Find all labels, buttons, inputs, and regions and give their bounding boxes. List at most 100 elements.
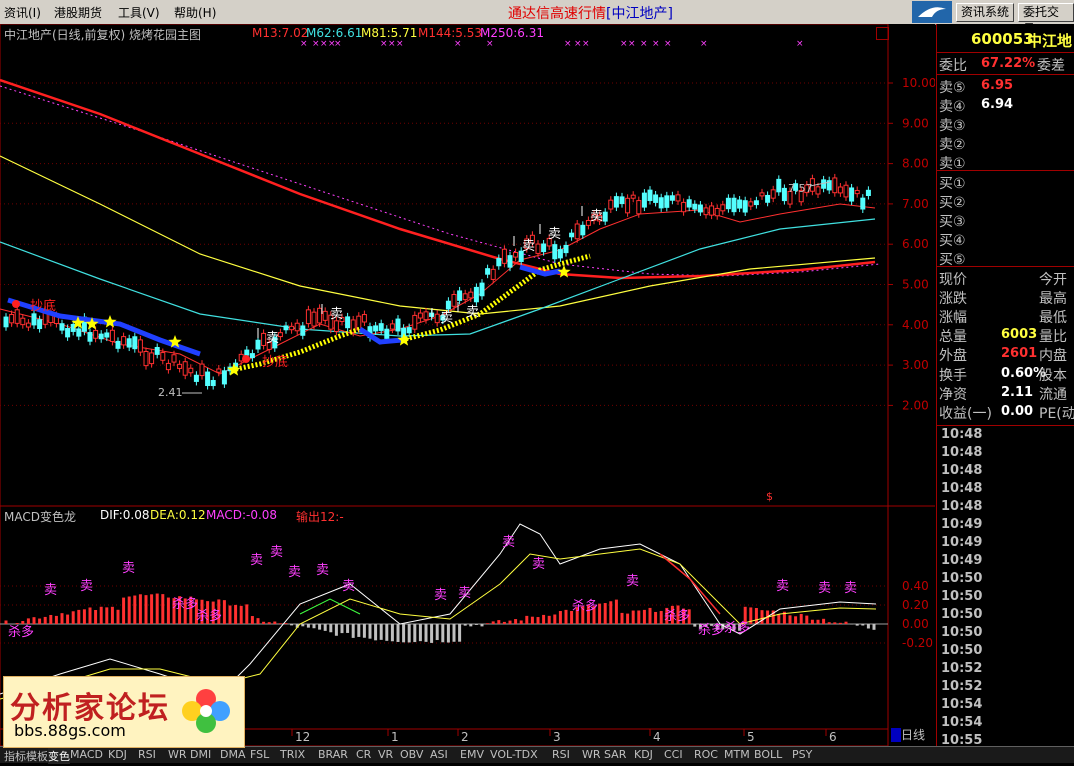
candle [479,279,485,300]
candle-body [669,195,675,201]
bull-band [231,326,361,373]
candle [737,196,743,213]
chart-area[interactable]: 10.00 9.00 8.00 7.00 6.00 5.00 4.00 3.00 2.00 0.4… [0,24,935,746]
candle-body [675,194,681,202]
tick-time: 10:50 [941,625,983,640]
candle-body [154,346,160,355]
candle-body [25,322,31,328]
price-axis-label: 7.00 [902,197,929,211]
tick-time: 10:49 [941,535,983,550]
date-axis-label: 3 [553,730,561,744]
tick-time: 10:48 [941,481,983,496]
indicator-tab[interactable]: CR [356,748,371,761]
candle-body [636,200,642,215]
price-axis-label: 9.00 [902,116,929,130]
indicator-tab[interactable]: TRIX [280,748,305,761]
indicator-tab[interactable]: DMI [190,748,211,761]
indicator-tab[interactable]: PSY [792,748,812,761]
menu-info[interactable]: 资讯(I) [4,4,41,21]
candle-body [317,307,323,324]
buy-level-3-label: 买③ [939,214,966,230]
indicator-tab[interactable]: CCI [664,748,683,761]
sell-level-2: 卖② [937,133,1074,153]
menu-tools[interactable]: 工具(V) [118,4,160,21]
ma81-label: M81:5.71 [361,26,418,40]
candle-body [681,201,687,213]
indicator-tab[interactable]: DMA [220,748,246,761]
indicator-tab[interactable]: VR [378,748,393,761]
tick-time: 10:49 [941,517,983,532]
stat-row-4: 外盘 2601 内盘 [937,344,1074,364]
x-marker: × [574,39,582,49]
macd-sell-more-label: 杀多 [8,624,34,640]
macd-dif: DIF:0.08 [100,508,150,522]
indicator-tab[interactable]: KDJ [108,748,127,761]
indicator-tab[interactable]: KDJ [634,748,653,761]
candle [513,248,519,262]
candle-body [165,362,171,371]
period-marker [891,728,901,742]
candle-body [557,249,563,259]
indicator-tab[interactable]: MTM [724,748,750,761]
indicator-tab[interactable]: WR [168,748,187,761]
candle-body [205,371,211,386]
ma144-label: M144:5.53 [418,26,483,40]
menu-hk-futures[interactable]: 港股期货 [54,4,102,21]
trade-button[interactable]: 委托交易 [1018,3,1074,36]
indicator-tab[interactable]: RSI [138,748,156,761]
info-system-button[interactable]: 资讯系统 [956,3,1015,22]
indicator-tab[interactable]: FSL [250,748,269,761]
candle-body [854,189,860,195]
indicator-tab[interactable]: RSI [552,748,570,761]
candle [865,186,871,200]
candle [210,376,216,390]
candle-body [255,339,261,350]
candle [294,319,300,335]
candle [182,357,188,380]
indicator-tab[interactable]: MACD [70,748,103,761]
candle-body [709,205,715,216]
x-marker: × [486,39,494,49]
tick-time: 10:52 [941,679,983,694]
app-title-security: [中江地产] [606,6,673,22]
candle-body [602,211,608,222]
indicator-tab[interactable]: ROC [694,748,718,761]
macd-sell-label: 卖 [502,535,515,550]
indicator-tab[interactable]: OBV [400,748,423,761]
x-marker: × [796,39,804,49]
tick-time: 10:48 [941,445,983,460]
stat-row-5-label: 换手 [939,368,967,384]
candle [289,322,295,334]
stat-row-5-right-label: 股本 [1039,368,1067,384]
indicator-tab[interactable]: ASI [430,748,448,761]
candle-body [647,189,653,202]
candle [154,343,160,359]
indicator-tab[interactable]: BRAR [318,748,348,761]
indicator-tab[interactable]: BOLL [754,748,782,761]
indicator-tab[interactable]: VOL-TDX [490,748,538,761]
candle-body [479,282,485,297]
candle-body [496,258,502,267]
chart-options-button[interactable] [876,27,889,40]
candle-body [193,374,199,382]
menu-help[interactable]: 帮助(H) [174,4,216,21]
candle-body [619,196,625,205]
bird-icon [918,7,946,17]
candle [59,319,65,335]
buy-level-1: 买① [937,172,1074,192]
indicator-tab[interactable]: WR [582,748,601,761]
candle [132,332,138,353]
indicator-tab[interactable]: SAR [604,748,626,761]
candle [664,191,670,212]
kline-chart[interactable]: 10.009.008.007.006.005.004.003.002.000.4… [0,24,935,746]
stat-row-3-value: 6003 [1001,327,1038,342]
candle-body [412,314,418,330]
candle [473,283,479,306]
period-label[interactable]: 日线 [901,726,925,743]
date-axis-label: 5 [747,730,755,744]
flower-logo-icon [182,689,230,733]
date-axis-label: 4 [653,730,661,744]
candle [759,188,765,200]
indicator-tab[interactable]: EMV [460,748,484,761]
stat-row-6-right-label: 流通 [1039,387,1067,403]
